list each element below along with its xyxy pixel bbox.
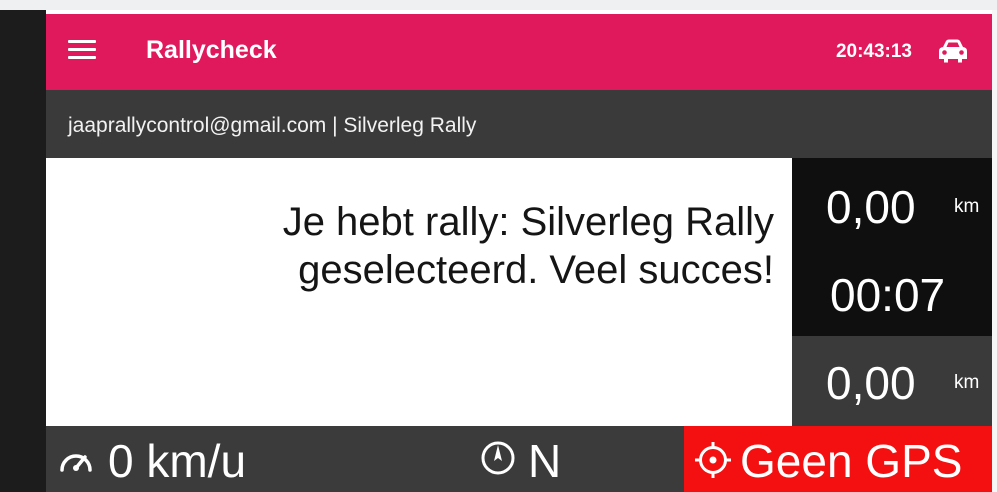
menu-icon-bar	[68, 56, 96, 59]
gps-crosshair-icon	[695, 442, 731, 478]
stats-bottom-block: 0,00 km	[792, 336, 992, 426]
gps-status-label: Geen GPS	[740, 435, 963, 487]
menu-icon-bar	[68, 48, 96, 51]
gps-status-button[interactable]: Geen GPS	[684, 426, 992, 492]
right-margin	[992, 10, 997, 492]
top-frame	[0, 0, 997, 10]
clock-time: 20:43:13	[835, 41, 912, 62]
car-icon[interactable]	[936, 38, 970, 66]
app-bar: Rallycheck 20:43:13	[46, 14, 992, 90]
status-bar: 0 km/u N Geen GPS	[46, 426, 992, 492]
account-bar: jaaprallycontrol@gmail.com | Silverleg R…	[46, 90, 992, 158]
menu-button[interactable]	[68, 40, 96, 62]
heading-readout: N	[528, 435, 562, 487]
compass-icon	[481, 441, 515, 475]
stats-top-block: 0,00 km 00:07	[792, 158, 992, 336]
speedometer-icon	[60, 454, 92, 472]
elapsed-time-value: 00:07	[830, 269, 946, 321]
total-distance-unit: km	[954, 196, 980, 217]
speed-readout: 0 km/u	[108, 435, 247, 487]
leg-distance-unit: km	[954, 372, 980, 393]
message-panel: Je hebt rally: Silverleg Rally geselecte…	[46, 158, 792, 426]
app-title: Rallycheck	[146, 36, 277, 64]
left-bezel	[0, 10, 46, 492]
status-message: Je hebt rally: Silverleg Rally geselecte…	[282, 200, 774, 292]
stats-panel: 0,00 km 00:07 0,00 km	[792, 158, 992, 426]
leg-distance-value: 0,00	[826, 357, 916, 409]
total-distance-value: 0,00	[826, 181, 916, 233]
menu-icon-bar	[68, 40, 96, 43]
account-label: jaaprallycontrol@gmail.com | Silverleg R…	[68, 114, 477, 137]
